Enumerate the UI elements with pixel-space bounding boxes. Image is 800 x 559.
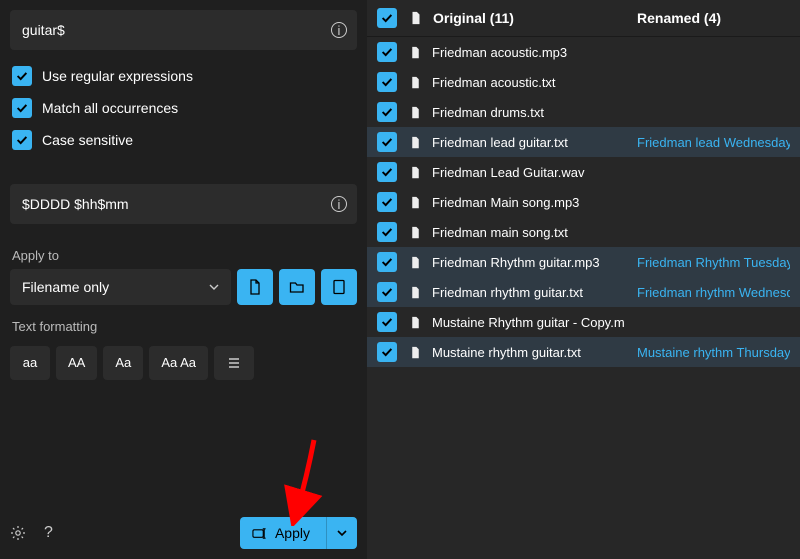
check-regex[interactable]: Use regular expressions xyxy=(10,60,357,92)
fmt-wordcase-button[interactable]: Aa Aa xyxy=(149,346,208,380)
check-match-all[interactable]: Match all occurrences xyxy=(10,92,357,124)
table-row[interactable]: Friedman Rhythm guitar.mp3 Friedman Rhyth… xyxy=(367,247,800,277)
table-row[interactable]: Friedman acoustic.mp3 xyxy=(367,37,800,67)
file-original-name: Friedman Rhythm guitar.mp3 xyxy=(432,255,600,270)
checkbox-checked-icon xyxy=(12,130,32,150)
table-row[interactable]: Friedman Main song.mp3 xyxy=(367,187,800,217)
apply-to-select[interactable]: Filename only xyxy=(10,269,231,305)
file-list: Friedman acoustic.mp3 Friedman acoustic.t… xyxy=(367,37,800,367)
file-original-name: Friedman Lead Guitar.wav xyxy=(432,165,584,180)
check-case-label: Case sensitive xyxy=(42,132,133,148)
table-row[interactable]: Friedman rhythm guitar.txt Friedman rhyth… xyxy=(367,277,800,307)
file-icon xyxy=(409,76,422,89)
subfolder-scope-button[interactable] xyxy=(321,269,357,305)
file-icon xyxy=(409,286,422,299)
search-input[interactable] xyxy=(10,10,357,50)
chevron-down-icon xyxy=(337,528,347,538)
file-icon xyxy=(409,46,422,59)
row-checkbox[interactable] xyxy=(377,252,397,272)
apply-to-label: Apply to xyxy=(12,248,357,263)
folder-icon xyxy=(289,279,305,295)
file-original-name: Friedman acoustic.txt xyxy=(432,75,556,90)
fmt-lowercase-button[interactable]: aa xyxy=(10,346,50,380)
rename-icon xyxy=(252,526,267,541)
file-original-name: Friedman drums.txt xyxy=(432,105,544,120)
file-icon xyxy=(409,166,422,179)
fmt-uppercase-button[interactable]: AA xyxy=(56,346,97,380)
bottom-bar: ? Apply xyxy=(10,517,357,549)
file-original-name: Friedman main song.txt xyxy=(432,225,568,240)
file-icon xyxy=(409,136,422,149)
table-row[interactable]: Friedman lead guitar.txt Friedman lead We… xyxy=(367,127,800,157)
file-list-header: Original (11) Renamed (4) xyxy=(367,0,800,37)
file-outline-icon xyxy=(331,279,347,295)
chevron-down-icon xyxy=(209,282,219,292)
row-checkbox[interactable] xyxy=(377,222,397,242)
col-original-header[interactable]: Original (11) xyxy=(433,10,514,26)
file-scope-button[interactable] xyxy=(237,269,273,305)
row-checkbox[interactable] xyxy=(377,132,397,152)
right-panel: Original (11) Renamed (4) Friedman acous… xyxy=(367,0,800,559)
info-icon[interactable]: i xyxy=(331,22,347,38)
replace-input-wrap: i xyxy=(10,184,357,224)
annotation-arrow xyxy=(284,436,344,526)
text-formatting-label: Text formatting xyxy=(12,319,357,334)
folder-scope-button[interactable] xyxy=(279,269,315,305)
fmt-more-button[interactable] xyxy=(214,346,254,380)
apply-button[interactable]: Apply xyxy=(240,517,326,549)
table-row[interactable]: Friedman acoustic.txt xyxy=(367,67,800,97)
col-renamed-header[interactable]: Renamed (4) xyxy=(637,10,790,26)
row-checkbox[interactable] xyxy=(377,342,397,362)
select-all-checkbox[interactable] xyxy=(377,8,397,28)
apply-dropdown-button[interactable] xyxy=(326,517,357,549)
file-original-name: Friedman lead guitar.txt xyxy=(432,135,568,150)
check-case[interactable]: Case sensitive xyxy=(10,124,357,156)
row-checkbox[interactable] xyxy=(377,312,397,332)
file-original-name: Friedman acoustic.mp3 xyxy=(432,45,567,60)
table-row[interactable]: Friedman Lead Guitar.wav xyxy=(367,157,800,187)
file-renamed-name: Friedman rhythm Wednesda xyxy=(637,285,790,300)
help-button[interactable]: ? xyxy=(44,524,53,542)
apply-to-value: Filename only xyxy=(22,279,109,295)
replace-input[interactable] xyxy=(10,184,357,224)
search-input-wrap: i xyxy=(10,10,357,50)
left-panel: i Use regular expressions Match all occu… xyxy=(0,0,367,559)
check-match-all-label: Match all occurrences xyxy=(42,100,178,116)
apply-label: Apply xyxy=(275,525,310,541)
row-checkbox[interactable] xyxy=(377,72,397,92)
check-regex-label: Use regular expressions xyxy=(42,68,193,84)
file-icon xyxy=(409,196,422,209)
file-icon xyxy=(247,279,263,295)
table-row[interactable]: Friedman drums.txt xyxy=(367,97,800,127)
row-checkbox[interactable] xyxy=(377,102,397,122)
row-checkbox[interactable] xyxy=(377,192,397,212)
row-checkbox[interactable] xyxy=(377,42,397,62)
file-renamed-name: Friedman lead Wednesday 1 xyxy=(637,135,790,150)
row-checkbox[interactable] xyxy=(377,162,397,182)
file-icon xyxy=(409,256,422,269)
table-row[interactable]: Mustaine Rhythm guitar - Copy.mp3 xyxy=(367,307,800,337)
file-icon xyxy=(409,316,422,329)
checkbox-checked-icon xyxy=(12,66,32,86)
gear-icon[interactable] xyxy=(10,525,26,541)
checkbox-checked-icon xyxy=(12,98,32,118)
file-original-name: Mustaine rhythm guitar.txt xyxy=(432,345,581,360)
file-icon xyxy=(409,226,422,239)
file-original-name: Friedman Main song.mp3 xyxy=(432,195,579,210)
file-renamed-name: Mustaine rhythm Thursday xyxy=(637,345,790,360)
fmt-titlecase-button[interactable]: Aa xyxy=(103,346,143,380)
info-icon[interactable]: i xyxy=(331,196,347,212)
file-original-name: Mustaine Rhythm guitar - Copy.mp3 xyxy=(432,315,625,330)
list-icon xyxy=(226,355,242,371)
table-row[interactable]: Friedman main song.txt xyxy=(367,217,800,247)
table-row[interactable]: Mustaine rhythm guitar.txt Mustaine rhyth… xyxy=(367,337,800,367)
file-icon xyxy=(409,106,422,119)
file-icon xyxy=(409,11,423,25)
file-original-name: Friedman rhythm guitar.txt xyxy=(432,285,583,300)
row-checkbox[interactable] xyxy=(377,282,397,302)
file-renamed-name: Friedman Rhythm Tuesday xyxy=(637,255,790,270)
file-icon xyxy=(409,346,422,359)
